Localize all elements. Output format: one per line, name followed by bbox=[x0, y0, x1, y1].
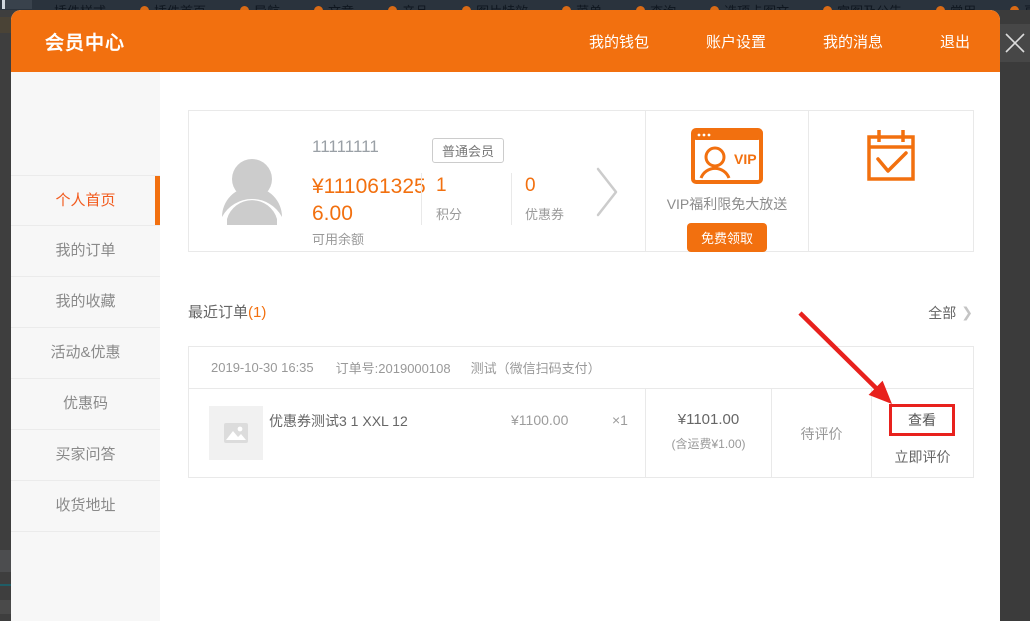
product-qty: ×1 bbox=[612, 412, 628, 428]
recent-orders-count: (1) bbox=[248, 304, 266, 321]
backdrop-fragment bbox=[0, 550, 11, 572]
nav-my-wallet[interactable]: 我的钱包 bbox=[589, 31, 649, 52]
product-name[interactable]: 优惠券测试3 1 XXL 12 bbox=[269, 411, 408, 431]
bg-nav-label: 查询 bbox=[650, 1, 676, 10]
product-price: ¥1100.00 bbox=[511, 412, 568, 428]
calendar-check-icon bbox=[865, 127, 917, 185]
sidebar-item-label: 我的订单 bbox=[55, 242, 115, 259]
vip-window-icon: VIP bbox=[691, 128, 763, 184]
sidebar-item-shipping-address[interactable]: 收货地址 bbox=[11, 481, 160, 532]
order-actions-cell: 查看 立即评价 bbox=[871, 389, 973, 478]
order-total: ¥1101.00 bbox=[646, 411, 771, 428]
header-nav: 我的钱包 账户设置 我的消息 退出 bbox=[532, 31, 1000, 52]
sidebar-item-label: 我的收藏 bbox=[55, 293, 115, 310]
recent-orders-title: 最近订单(1) bbox=[188, 301, 266, 322]
sidebar-item-home[interactable]: 个人首页 bbox=[11, 175, 160, 226]
view-all-link[interactable]: 全部 ❯ bbox=[928, 303, 973, 323]
image-placeholder-icon bbox=[223, 422, 249, 444]
svg-text:VIP: VIP bbox=[734, 151, 757, 167]
bg-nav-label: 插件样式 bbox=[54, 1, 106, 10]
close-icon bbox=[1003, 31, 1027, 55]
chevron-right-icon: ❯ bbox=[961, 305, 973, 321]
shipping-fee-note: (含运费¥1.00) bbox=[646, 435, 771, 452]
user-info-card: 11111111 普通会员 ¥1110613256.00 可用余额 1 积分 0… bbox=[188, 110, 974, 252]
sidebar-item-coupon-code[interactable]: 优惠码 bbox=[11, 379, 160, 430]
backdrop-fragment bbox=[0, 17, 11, 33]
coupons-label: 优惠券 bbox=[525, 204, 564, 223]
backdrop-left-strip bbox=[0, 10, 11, 621]
sidebar-item-label: 收货地址 bbox=[55, 497, 115, 514]
sidebar: 个人首页 我的订单 我的收藏 活动&优惠 优惠码 买家问答 收货地址 bbox=[11, 72, 160, 621]
bg-nav-label: 常用 bbox=[950, 1, 976, 10]
backdrop-fragment bbox=[0, 584, 11, 586]
order-amount-cell: ¥1101.00 (含运费¥1.00) bbox=[645, 389, 771, 478]
order-number: 订单号:2019000108 bbox=[336, 358, 451, 377]
balance-value: ¥1110613256.00 bbox=[312, 173, 430, 228]
bg-nav-label: 文章 bbox=[328, 1, 354, 10]
view-all-label: 全部 bbox=[928, 303, 956, 323]
coupons-value: 0 bbox=[525, 175, 564, 197]
sidebar-item-buyer-qa[interactable]: 买家问答 bbox=[11, 430, 160, 481]
member-center-modal: 会员中心 我的钱包 账户设置 我的消息 退出 个人首页 我的订单 我的收藏 活动… bbox=[11, 10, 1000, 621]
nav-logout[interactable]: 退出 bbox=[940, 31, 970, 52]
order-datetime: 2019-10-30 16:35 bbox=[211, 360, 314, 375]
bg-nav-label: 更多 bbox=[1024, 1, 1030, 10]
sidebar-item-label: 优惠码 bbox=[63, 395, 108, 412]
bg-nav-label: 产品 bbox=[402, 1, 428, 10]
order-item-row: 优惠券测试3 1 XXL 12 ¥1100.00 ×1 ¥1101.00 (含运… bbox=[189, 389, 973, 478]
bg-nav-label: 选项卡图文 bbox=[724, 1, 789, 10]
divider bbox=[511, 173, 512, 225]
backdrop-fragment bbox=[0, 600, 11, 614]
order-card: 2019-10-30 16:35 订单号:2019000108 测试（微信扫码支… bbox=[188, 346, 974, 478]
sidebar-item-favorites[interactable]: 我的收藏 bbox=[11, 277, 160, 328]
points-label: 积分 bbox=[436, 204, 462, 223]
sidebar-item-orders[interactable]: 我的订单 bbox=[11, 226, 160, 277]
nav-account-settings[interactable]: 账户设置 bbox=[706, 31, 766, 52]
order-status-cell: 待评价 bbox=[771, 389, 871, 478]
free-claim-button[interactable]: 免费领取 bbox=[687, 223, 767, 252]
recent-orders-label: 最近订单 bbox=[188, 304, 248, 321]
profile-section[interactable]: 11111111 普通会员 ¥1110613256.00 可用余额 1 积分 0… bbox=[189, 111, 645, 251]
points-value: 1 bbox=[436, 175, 462, 197]
sidebar-item-label: 买家问答 bbox=[55, 446, 115, 463]
avatar bbox=[219, 157, 285, 225]
username: 11111111 bbox=[312, 137, 379, 157]
review-now-button[interactable]: 立即评价 bbox=[872, 447, 973, 467]
sidebar-item-promotions[interactable]: 活动&优惠 bbox=[11, 328, 160, 379]
order-status: 待评价 bbox=[801, 424, 843, 444]
modal-header: 会员中心 我的钱包 账户设置 我的消息 退出 bbox=[11, 10, 1000, 72]
chevron-right-icon[interactable] bbox=[595, 166, 619, 218]
close-button[interactable] bbox=[1000, 24, 1030, 62]
bg-nav-label: 宫图及公告 bbox=[837, 1, 902, 10]
sidebar-item-label: 活动&优惠 bbox=[50, 344, 120, 361]
bg-nav-label: 导航 bbox=[254, 1, 280, 10]
vip-promo-section: VIP VIP福利限免大放送 免费领取 bbox=[645, 111, 808, 251]
bg-nav-label: 图片特效 bbox=[476, 1, 528, 10]
member-level-badge: 普通会员 bbox=[432, 138, 504, 163]
order-header-row: 2019-10-30 16:35 订单号:2019000108 测试（微信扫码支… bbox=[189, 347, 973, 389]
bg-nav-label: 插件首页 bbox=[154, 1, 206, 10]
product-image-placeholder[interactable] bbox=[209, 406, 263, 460]
bg-nav-label: 菜单 bbox=[576, 1, 602, 10]
balance-label: 可用余额 bbox=[312, 229, 364, 248]
backdrop-right-strip bbox=[1000, 10, 1030, 621]
background-page-navbar: 插件样式 插件首页 导航 文章 产品 图片特效 菜单 查询 选项卡图文 宫图及公… bbox=[0, 0, 1030, 10]
vip-promo-text: VIP福利限免大放送 bbox=[646, 194, 808, 214]
sidebar-item-label: 个人首页 bbox=[55, 192, 115, 209]
background-logo-fragment bbox=[2, 0, 32, 9]
order-pay-method: 测试（微信扫码支付） bbox=[471, 358, 601, 377]
calendar-section[interactable] bbox=[808, 111, 973, 251]
points-stat: 1 积分 bbox=[436, 175, 462, 223]
page-title: 会员中心 bbox=[45, 28, 125, 55]
order-product-cell: 优惠券测试3 1 XXL 12 ¥1100.00 ×1 bbox=[189, 389, 645, 478]
coupons-stat: 0 优惠券 bbox=[525, 175, 564, 223]
view-order-button[interactable]: 查看 bbox=[889, 404, 955, 436]
nav-my-messages[interactable]: 我的消息 bbox=[823, 31, 883, 52]
main-content: 11111111 普通会员 ¥1110613256.00 可用余额 1 积分 0… bbox=[160, 72, 1000, 621]
divider bbox=[421, 173, 422, 225]
